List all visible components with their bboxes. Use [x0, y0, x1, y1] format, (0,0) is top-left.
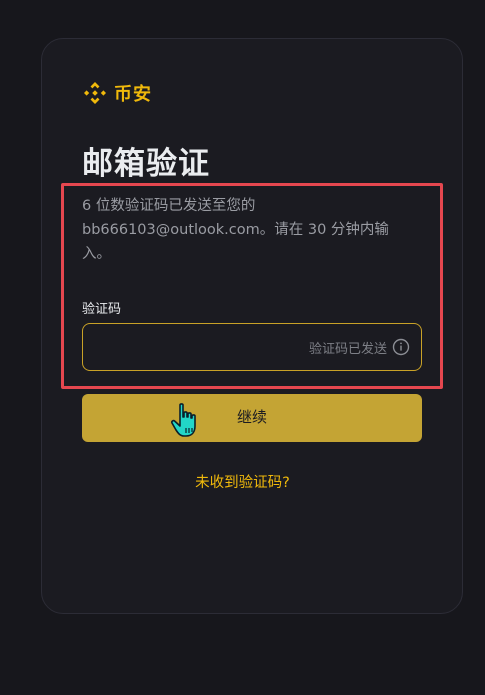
code-field-label: 验证码	[82, 302, 122, 317]
verification-code-field[interactable]: 验证码已发送	[82, 323, 422, 371]
code-sent-status: 验证码已发送	[308, 342, 387, 357]
verification-code-input[interactable]	[95, 334, 295, 362]
brand-logo[interactable]: 币安	[82, 80, 152, 106]
instruction-text: 6 位数验证码已发送至您的 bb666103@outlook.com。请在 30…	[82, 198, 389, 262]
continue-button[interactable]: 继续	[82, 394, 422, 442]
info-icon[interactable]	[392, 338, 410, 356]
hand-pointer-icon	[171, 403, 196, 437]
resend-code-link[interactable]: 未收到验证码?	[0, 471, 485, 492]
binance-diamond-icon	[84, 82, 106, 104]
brand-name: 币安	[114, 84, 152, 105]
page-title: 邮箱验证	[82, 146, 210, 182]
